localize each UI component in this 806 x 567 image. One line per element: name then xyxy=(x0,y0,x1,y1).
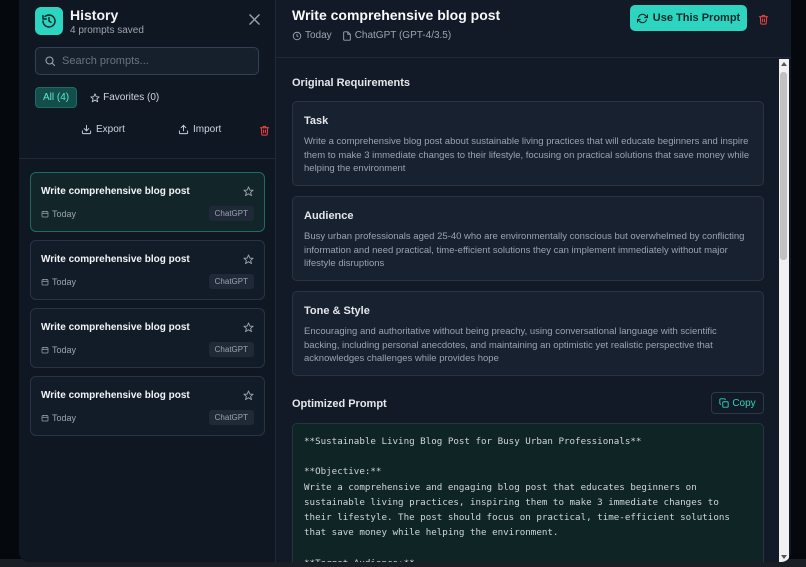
history-card[interactable]: Write comprehensive blog post Today Chat… xyxy=(30,308,265,368)
favorite-toggle[interactable] xyxy=(243,252,254,270)
history-card[interactable]: Write comprehensive blog post Today Chat… xyxy=(30,172,265,232)
refresh-icon xyxy=(636,13,648,23)
calendar-icon xyxy=(41,211,49,218)
meta-model: ChatGPT (GPT-4/3.5) xyxy=(342,30,452,41)
detail-title: Write comprehensive blog post xyxy=(292,7,501,23)
card-model-tag: ChatGPT xyxy=(208,342,254,357)
scrollbar-thumb[interactable] xyxy=(780,72,787,260)
task-title: Task xyxy=(304,115,329,127)
export-label: Export xyxy=(96,124,125,135)
card-date: Today xyxy=(41,277,76,287)
calendar-icon xyxy=(41,279,49,286)
tone-title: Tone & Style xyxy=(304,305,370,317)
download-icon xyxy=(81,124,92,135)
filter-favorites-tab[interactable]: Favorites (0) xyxy=(83,87,166,108)
card-date: Today xyxy=(41,345,76,355)
clear-history-button[interactable] xyxy=(259,125,270,136)
prompt-detail: Write comprehensive blog post Today Chat… xyxy=(276,0,791,562)
card-date-text: Today xyxy=(52,277,77,287)
filter-all-label: All (4) xyxy=(43,92,70,103)
calendar-icon xyxy=(41,415,49,422)
history-card[interactable]: Write comprehensive blog post Today Chat… xyxy=(30,376,265,436)
document-icon xyxy=(342,30,351,41)
export-button[interactable]: Export xyxy=(81,124,125,135)
use-prompt-button[interactable]: Use This Prompt xyxy=(630,5,747,31)
delete-prompt-button[interactable] xyxy=(758,12,769,30)
detail-scroll-area: Original Requirements Task Write a compr… xyxy=(276,59,791,562)
card-date-text: Today xyxy=(52,209,77,219)
card-title: Write comprehensive blog post xyxy=(41,322,190,333)
detail-meta: Today ChatGPT (GPT-4/3.5) xyxy=(292,30,451,41)
star-icon xyxy=(243,186,254,197)
search-input[interactable] xyxy=(62,55,252,67)
optimized-prompt-heading: Optimized Prompt xyxy=(292,398,387,410)
upload-icon xyxy=(178,124,189,135)
calendar-icon xyxy=(41,347,49,354)
favorite-toggle[interactable] xyxy=(243,388,254,406)
sidebar-actions: Export Import xyxy=(35,121,270,141)
sidebar-title: History xyxy=(70,7,119,23)
close-icon xyxy=(248,13,260,25)
filter-tabs: All (4) Favorites (0) xyxy=(35,87,166,108)
original-requirements-heading: Original Requirements xyxy=(292,77,410,89)
meta-model-text: ChatGPT (GPT-4/3.5) xyxy=(354,30,452,41)
import-button[interactable]: Import xyxy=(178,124,221,135)
card-model-tag: ChatGPT xyxy=(208,274,254,289)
copy-button[interactable]: Copy xyxy=(711,392,764,414)
scroll-up-arrow[interactable] xyxy=(781,62,787,66)
card-title: Write comprehensive blog post xyxy=(41,390,190,401)
filter-all-tab[interactable]: All (4) xyxy=(35,87,78,108)
card-date: Today xyxy=(41,209,76,219)
filter-favorites-label: Favorites (0) xyxy=(103,92,160,103)
task-panel: Task Write a comprehensive blog post abo… xyxy=(292,101,764,186)
audience-text: Busy urban professionals aged 25-40 who … xyxy=(304,231,745,269)
card-title: Write comprehensive blog post xyxy=(41,254,190,265)
card-title: Write comprehensive blog post xyxy=(41,186,190,197)
clock-icon xyxy=(292,31,302,40)
detail-header: Write comprehensive blog post Today Chat… xyxy=(276,0,791,58)
card-model-tag: ChatGPT xyxy=(208,410,254,425)
history-icon xyxy=(35,7,63,35)
favorite-toggle[interactable] xyxy=(243,320,254,338)
tone-panel: Tone & Style Encouraging and authoritati… xyxy=(292,291,764,376)
history-sidebar: History 4 prompts saved All (4) Favorite… xyxy=(19,0,276,562)
optimized-prompt-block: **Sustainable Living Blog Post for Busy … xyxy=(292,423,764,562)
sidebar-divider xyxy=(19,158,276,159)
search-box xyxy=(35,47,259,75)
scroll-down-arrow[interactable] xyxy=(781,555,787,559)
card-date: Today xyxy=(41,413,76,423)
optimized-prompt-text: **Sustainable Living Blog Post for Busy … xyxy=(304,436,730,562)
star-icon xyxy=(243,390,254,401)
trash-icon xyxy=(758,14,769,25)
import-label: Import xyxy=(193,124,222,135)
copy-icon xyxy=(719,398,729,408)
audience-title: Audience xyxy=(304,210,354,222)
card-date-text: Today xyxy=(52,345,77,355)
trash-icon xyxy=(259,125,270,136)
copy-label: Copy xyxy=(732,397,756,409)
close-button[interactable] xyxy=(247,12,261,26)
search-icon xyxy=(45,56,56,67)
meta-date-text: Today xyxy=(305,30,332,41)
star-icon xyxy=(90,92,100,102)
favorite-toggle[interactable] xyxy=(243,184,254,202)
meta-date: Today xyxy=(292,30,332,41)
tone-text: Encouraging and authoritative without be… xyxy=(304,326,717,364)
star-icon xyxy=(243,322,254,333)
star-icon xyxy=(243,254,254,265)
sidebar-header: History 4 prompts saved xyxy=(35,7,261,37)
card-date-text: Today xyxy=(52,413,77,423)
history-modal: History 4 prompts saved All (4) Favorite… xyxy=(19,0,791,562)
use-prompt-label: Use This Prompt xyxy=(652,12,741,24)
task-text: Write a comprehensive blog post about su… xyxy=(304,136,750,174)
audience-panel: Audience Busy urban professionals aged 2… xyxy=(292,196,764,281)
detail-scrollbar[interactable] xyxy=(779,59,789,562)
history-card[interactable]: Write comprehensive blog post Today Chat… xyxy=(30,240,265,300)
sidebar-subtitle: 4 prompts saved xyxy=(70,25,144,36)
card-model-tag: ChatGPT xyxy=(208,206,254,221)
